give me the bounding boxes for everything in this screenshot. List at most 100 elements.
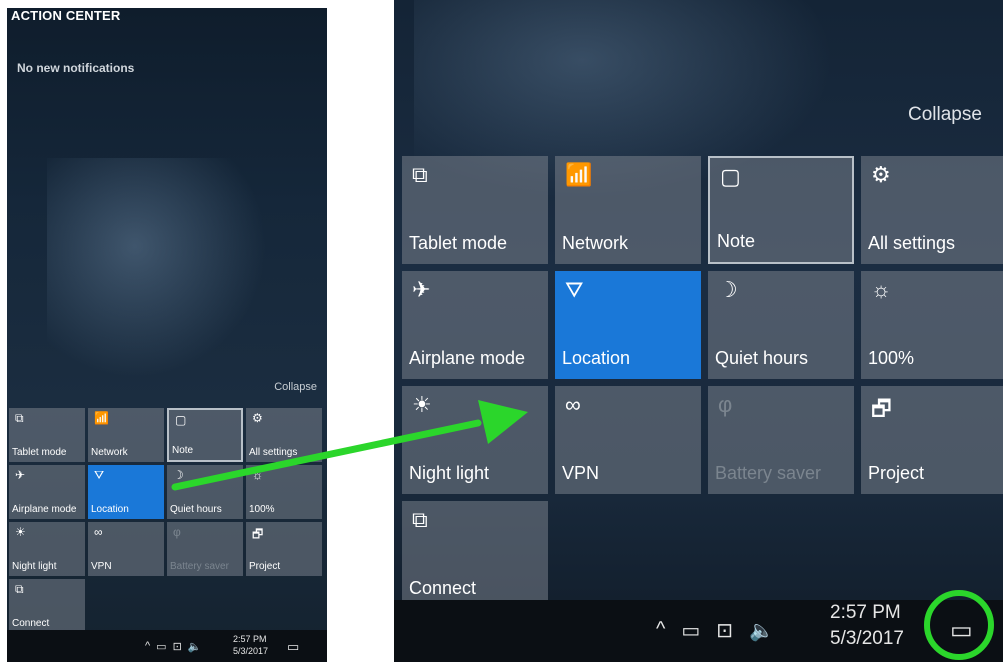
quick-action-battery-saver[interactable]: φ Battery saver [708, 386, 854, 494]
quick-action-label: Night light [409, 463, 490, 483]
collapse-button[interactable]: Collapse [908, 104, 982, 126]
chevron-up-icon[interactable]: ^ [656, 618, 665, 643]
vpn-icon: ∞ [565, 392, 581, 417]
quick-action-label: Airplane mode [12, 504, 77, 515]
battery-saver-icon: φ [718, 392, 733, 417]
brightness-icon: ☼ [871, 277, 892, 302]
taskbar: ^ ▭ ⊡ 🔈 2:57 PM 5/3/2017 ▭ [394, 600, 1003, 662]
quick-actions-grid: ⧉ Tablet mode 📶 Network ▢ Note ⚙ All settings ✈ A… [9, 408, 322, 633]
quick-action-all-settings[interactable]: ⚙ All settings [861, 156, 1003, 264]
action-center-panel-small: ACTION CENTER No new notifications Colla… [7, 8, 327, 662]
connect-icon: ⧉ [412, 507, 428, 532]
project-icon: 🗗 [252, 527, 264, 541]
chevron-up-icon[interactable]: ^ [145, 640, 150, 653]
quick-action-project[interactable]: 🗗 Project [246, 522, 322, 576]
taskbar-clock[interactable]: 2:57 PM 5/3/2017 [233, 633, 268, 657]
quick-action-label: 100% [249, 504, 275, 515]
battery-saver-icon: φ [173, 525, 181, 539]
battery-icon[interactable]: ▭ [156, 640, 166, 653]
quick-action-label: VPN [562, 463, 600, 483]
quick-action-vpn[interactable]: ∞ VPN [88, 522, 164, 576]
speaker-icon[interactable]: 🔈 [188, 640, 202, 653]
night-light-icon: ☀ [412, 392, 432, 417]
quick-action-label: Quiet hours [715, 348, 809, 368]
moon-icon: ☽ [173, 468, 184, 482]
quick-action-all-settings[interactable]: ⚙ All settings [246, 408, 322, 462]
quick-action-label: Tablet mode [409, 233, 508, 253]
quick-action-project[interactable]: 🗗 Project [861, 386, 1003, 494]
quick-action-label: Airplane mode [409, 348, 526, 368]
quick-action-label: Tablet mode [12, 447, 67, 458]
clock-date: 5/3/2017 [830, 628, 904, 649]
action-center-button-icon[interactable]: ▭ [287, 639, 299, 655]
highlight-circle [924, 590, 994, 660]
quick-action-network[interactable]: 📶 Network [555, 156, 701, 264]
quick-action-label: Battery saver [170, 561, 229, 572]
quick-action-quiet-hours[interactable]: ☽ Quiet hours [167, 465, 243, 519]
quick-action-tablet-mode[interactable]: ⧉ Tablet mode [402, 156, 548, 264]
quick-action-note[interactable]: ▢ Note [708, 156, 854, 264]
system-tray: ^ ▭ ⊡ 🔈 [145, 640, 202, 653]
speaker-icon[interactable]: 🔈 [749, 618, 774, 643]
quick-action-label: Note [717, 231, 756, 251]
wallpaper-glow [47, 158, 267, 378]
quick-action-connect[interactable]: ⧉ Connect [402, 501, 548, 609]
quick-action-100[interactable]: ☼ 100% [246, 465, 322, 519]
tablet-mode-icon: ⧉ [412, 162, 428, 187]
quick-actions-grid: ⧉ Tablet mode 📶 Network ▢ Note ⚙ All settings ✈ A… [402, 156, 1003, 609]
quick-action-label: Connect [12, 618, 50, 629]
quick-action-label: Note [172, 445, 194, 456]
note-icon: ▢ [175, 413, 187, 427]
system-tray: ^ ▭ ⊡ 🔈 [656, 618, 774, 643]
quick-action-battery-saver[interactable]: φ Battery saver [167, 522, 243, 576]
quick-action-airplane-mode[interactable]: ✈ Airplane mode [402, 271, 548, 379]
quick-action-vpn[interactable]: ∞ VPN [555, 386, 701, 494]
airplane-icon: ✈ [412, 277, 431, 302]
quick-action-label: Battery saver [715, 463, 822, 483]
network-icon: 📶 [565, 162, 593, 187]
clock-date: 5/3/2017 [233, 646, 269, 656]
network-disconnected-icon[interactable]: ⊡ [716, 618, 733, 643]
clock-time: 2:57 PM [830, 602, 901, 623]
vpn-icon: ∞ [94, 525, 103, 539]
quick-action-100[interactable]: ☼ 100% [861, 271, 1003, 379]
network-disconnected-icon[interactable]: ⊡ [173, 640, 182, 653]
brightness-icon: ☼ [252, 468, 263, 482]
quick-action-label: Location [562, 348, 631, 368]
network-icon: 📶 [94, 411, 109, 425]
quick-action-label: 100% [868, 348, 915, 368]
gear-icon: ⚙ [871, 162, 891, 187]
quick-action-label: All settings [868, 233, 956, 253]
quick-action-note[interactable]: ▢ Note [167, 408, 243, 462]
collapse-button[interactable]: Collapse [274, 381, 317, 393]
note-icon: ▢ [720, 164, 741, 189]
quick-action-airplane-mode[interactable]: ✈ Airplane mode [9, 465, 85, 519]
taskbar-clock[interactable]: 2:57 PM 5/3/2017 [830, 600, 904, 652]
quick-action-label: Connect [409, 578, 477, 598]
quick-action-label: All settings [249, 447, 298, 458]
quick-action-quiet-hours[interactable]: ☽ Quiet hours [708, 271, 854, 379]
connect-icon: ⧉ [15, 582, 24, 596]
quick-action-label: Project [249, 561, 281, 572]
clock-time: 2:57 PM [233, 634, 267, 644]
quick-action-location[interactable]: ⛛ Location [555, 271, 701, 379]
no-notifications-text: No new notifications [17, 61, 135, 75]
airplane-icon: ✈ [15, 468, 26, 482]
quick-action-location[interactable]: ⛛ Location [88, 465, 164, 519]
quick-action-label: Network [562, 233, 629, 253]
battery-icon[interactable]: ▭ [681, 618, 700, 643]
quick-action-tablet-mode[interactable]: ⧉ Tablet mode [9, 408, 85, 462]
quick-action-label: Location [91, 504, 129, 515]
taskbar: ^ ▭ ⊡ 🔈 2:57 PM 5/3/2017 ▭ [7, 630, 327, 662]
quick-action-label: Project [868, 463, 925, 483]
quick-action-connect[interactable]: ⧉ Connect [9, 579, 85, 633]
location-icon: ⛛ [565, 277, 584, 302]
action-center-panel-zoomed: Collapse ⧉ Tablet mode 📶 Network ▢ Note ⚙ All s… [394, 0, 1003, 662]
gear-icon: ⚙ [252, 411, 263, 425]
action-center-title: ACTION CENTER [11, 8, 121, 23]
tablet-mode-icon: ⧉ [15, 411, 24, 425]
quick-action-night-light[interactable]: ☀ Night light [402, 386, 548, 494]
quick-action-night-light[interactable]: ☀ Night light [9, 522, 85, 576]
quick-action-network[interactable]: 📶 Network [88, 408, 164, 462]
moon-icon: ☽ [718, 277, 738, 302]
